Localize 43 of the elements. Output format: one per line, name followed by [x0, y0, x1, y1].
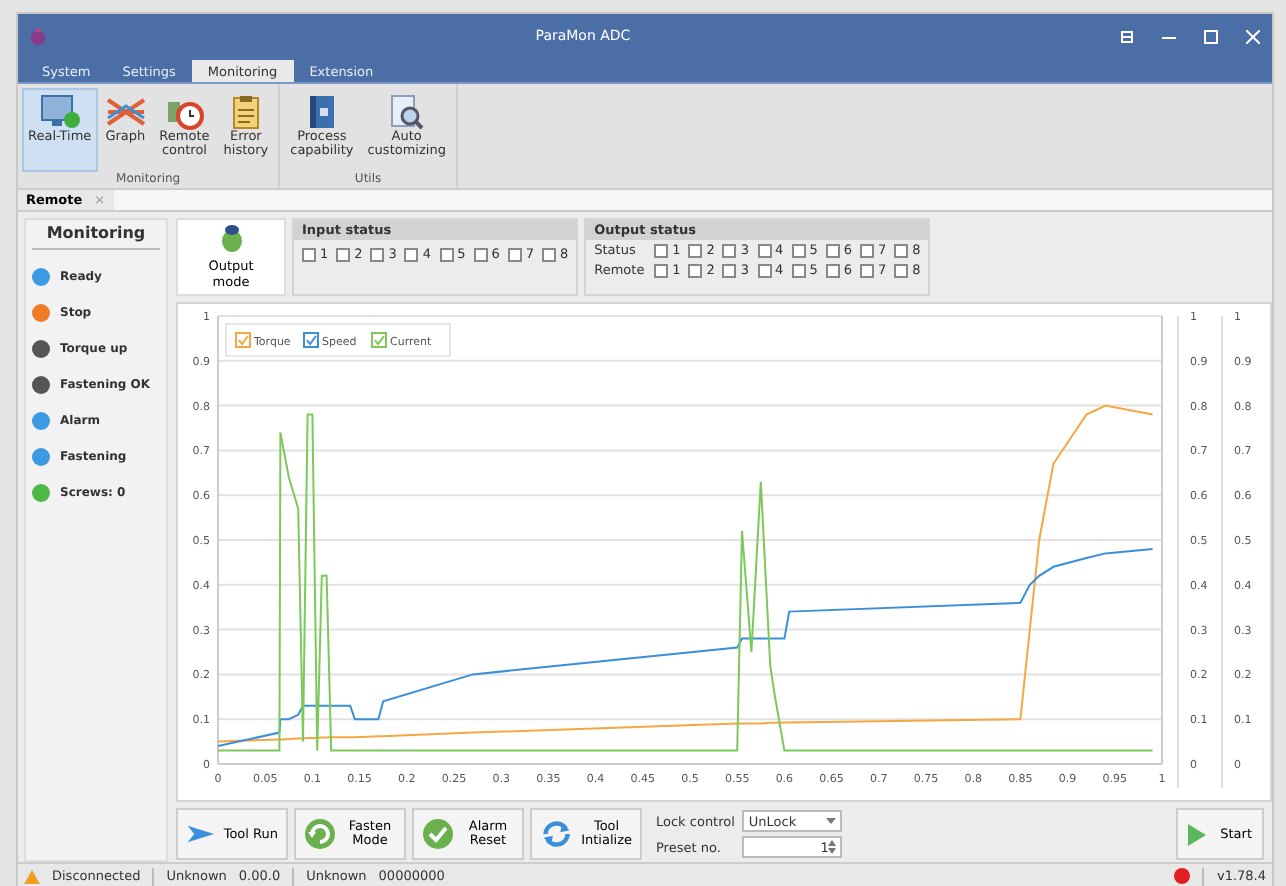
checkbox[interactable] — [722, 243, 737, 257]
checkbox[interactable] — [541, 247, 556, 261]
cycle-arrow-icon — [304, 818, 336, 851]
checkbox[interactable] — [688, 243, 703, 257]
checkbox[interactable] — [825, 263, 840, 277]
play-icon — [1188, 823, 1206, 846]
close-icon[interactable] — [1246, 29, 1260, 43]
spinner-arrows-icon — [828, 840, 837, 855]
checkbox[interactable] — [859, 243, 874, 257]
crossed-lines-icon — [105, 94, 146, 130]
screen-plus-icon — [39, 94, 80, 130]
beetle-icon — [219, 223, 243, 252]
checkbox[interactable] — [507, 247, 522, 261]
checkbox[interactable] — [757, 263, 772, 277]
checkbox[interactable] — [825, 243, 840, 257]
legend-checkbox[interactable] — [303, 331, 319, 347]
checkbox[interactable] — [757, 243, 772, 257]
checkbox[interactable] — [688, 263, 703, 277]
warning-icon — [24, 869, 40, 883]
document-magnifier-icon — [386, 94, 427, 130]
checkbox[interactable] — [336, 247, 351, 261]
checkbox[interactable] — [722, 263, 737, 277]
refresh-icon — [540, 818, 574, 851]
checkbox[interactable] — [894, 243, 909, 257]
checkbox[interactable] — [859, 263, 874, 277]
checkbox[interactable] — [654, 263, 669, 277]
checkbox[interactable] — [654, 243, 669, 257]
app-logo-icon — [30, 27, 46, 45]
checkbox[interactable] — [791, 263, 806, 277]
legend-checkbox[interactable] — [371, 331, 387, 347]
legend-checkbox[interactable] — [235, 331, 251, 347]
checkbox[interactable] — [791, 243, 806, 257]
checkbox[interactable] — [370, 247, 385, 261]
checkbox[interactable] — [894, 263, 909, 277]
check-circle-icon — [422, 818, 454, 851]
checkbox[interactable] — [302, 247, 316, 261]
status-indicator-icon — [1174, 868, 1191, 884]
panel-title: Monitoring — [32, 224, 160, 250]
checkbox[interactable] — [404, 247, 419, 261]
maximize-icon[interactable] — [1204, 29, 1218, 43]
caret-icon — [826, 818, 837, 825]
checkbox[interactable] — [473, 247, 488, 261]
checkbox[interactable] — [439, 247, 454, 261]
